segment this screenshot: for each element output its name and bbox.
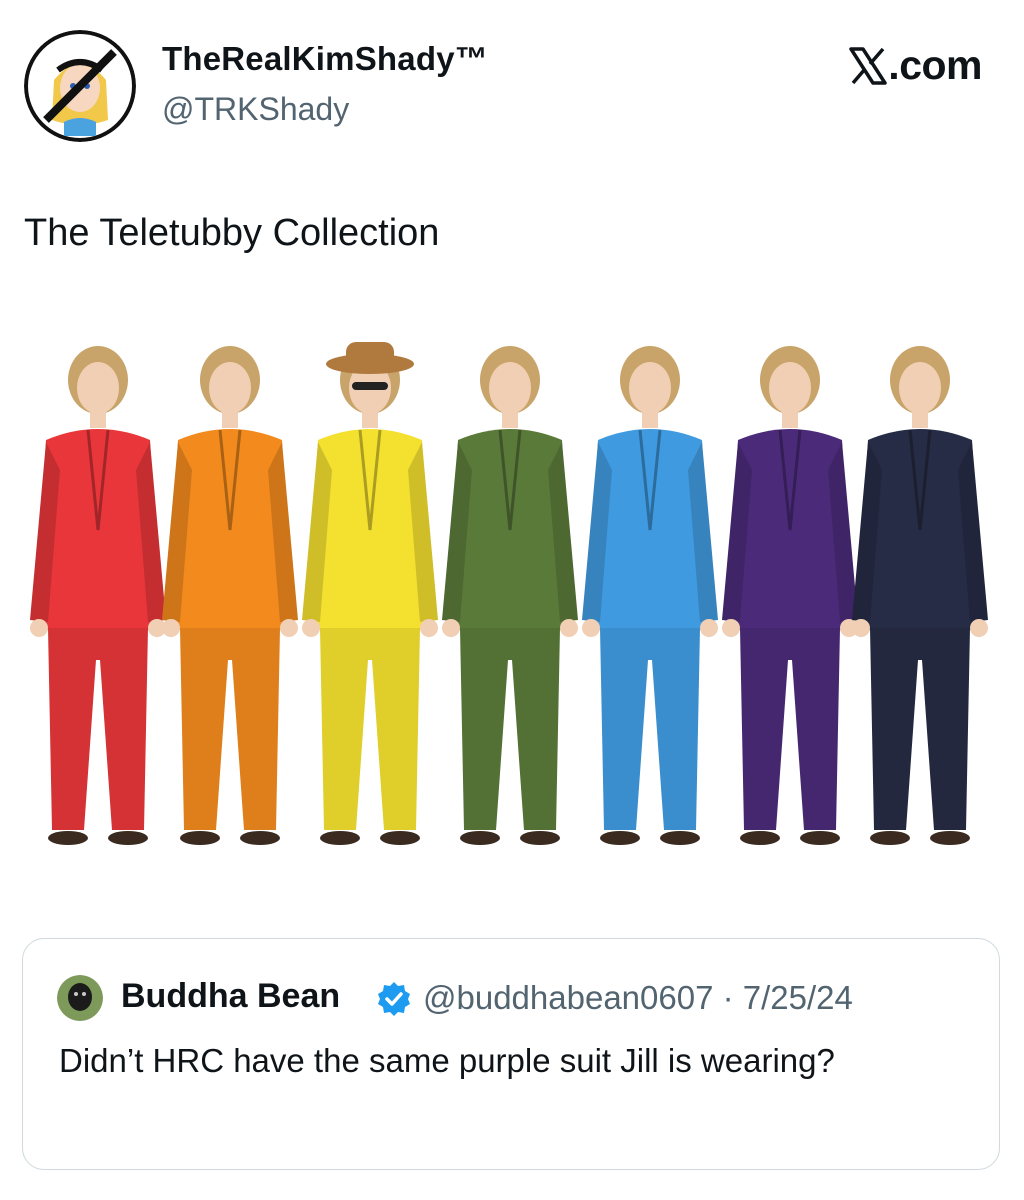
x-brand-label: .com [888,42,982,88]
figure-5 [582,346,718,845]
tweet-header: TheRealKimShady™ @TRKShady .com [0,0,1024,160]
figure-2 [162,346,298,845]
quoted-handle-date[interactable]: @buddhabean0607 · 7/25/24 [423,979,853,1017]
x-brand-logo: .com [849,42,982,89]
figure-4 [442,346,578,845]
quoted-tweet-text: Didn’t HRC have the same purple suit Jil… [59,1042,835,1079]
tweet-text: The Teletubby Collection [24,212,440,254]
quoted-author-avatar[interactable] [57,975,103,1021]
figure-1 [30,346,166,845]
figure-3 [302,342,438,845]
figure-7 [852,346,988,845]
author-display-name[interactable]: TheRealKimShady™ [162,40,488,78]
author-avatar[interactable] [24,30,136,142]
figure-6 [722,346,858,845]
verified-badge-icon [378,982,410,1016]
tweet-media-image[interactable] [20,330,1000,890]
avatar-image [24,30,136,142]
quoted-avatar-image [57,975,103,1021]
author-handle[interactable]: @TRKShady [162,91,349,128]
quoted-author-name[interactable]: Buddha Bean [121,977,340,1016]
quoted-tweet-card[interactable]: Buddha Bean @buddhabean0607 · 7/25/24 Di… [22,938,1000,1170]
x-logo-icon [849,46,888,85]
